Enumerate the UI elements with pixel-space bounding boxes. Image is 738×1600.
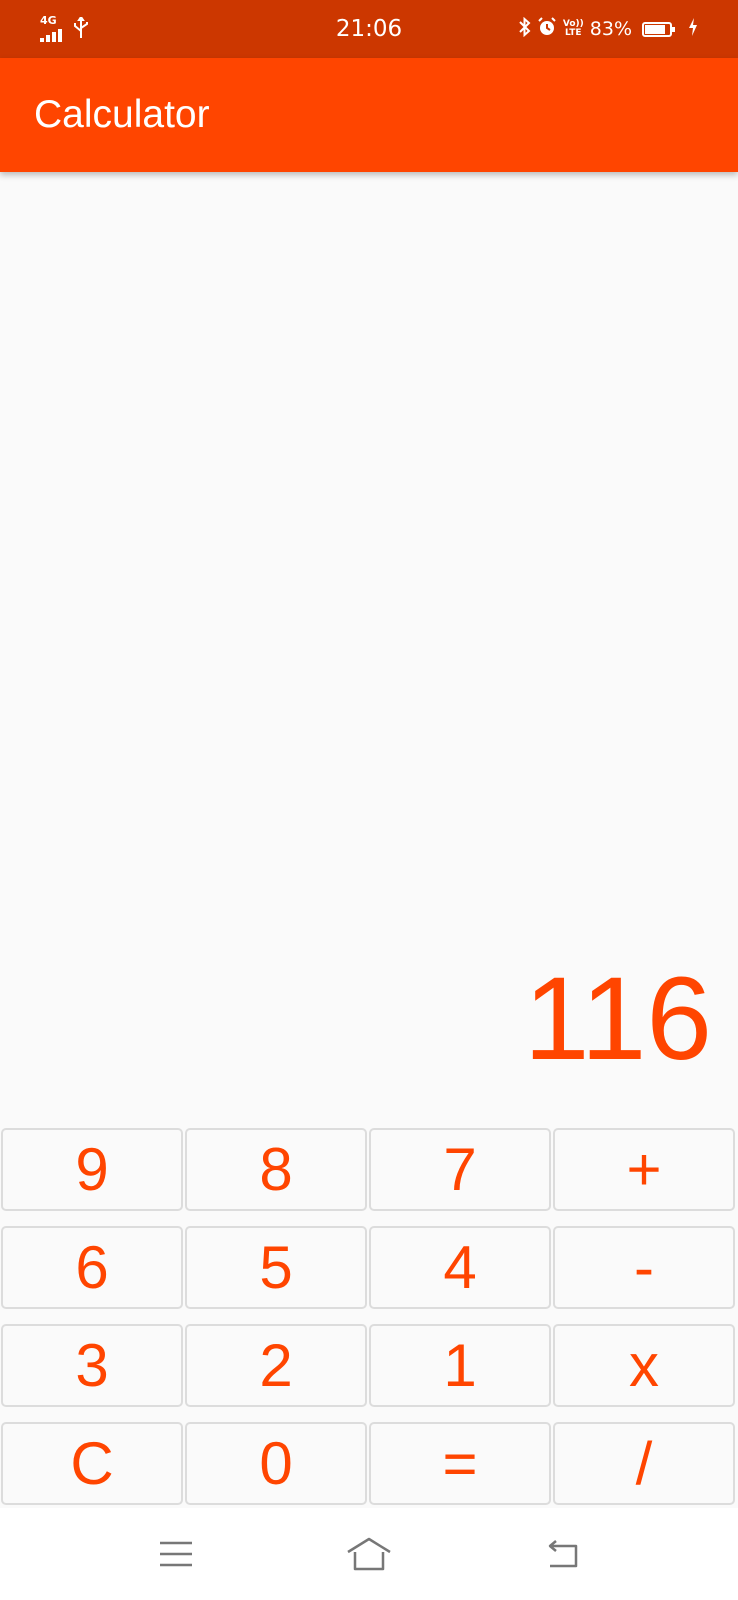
key-7[interactable]: 7 [369, 1128, 551, 1211]
app-title: Calculator [34, 93, 210, 136]
usb-icon [72, 14, 90, 42]
keypad: 9 8 7 + 6 5 4 - 3 2 1 x C 0 = / [0, 1128, 738, 1505]
menu-icon[interactable] [146, 1529, 206, 1579]
charging-icon [688, 17, 698, 41]
volte-icon: Vo)) LTE [563, 20, 584, 38]
key-divide[interactable]: / [553, 1422, 735, 1505]
network-type: 4G [40, 14, 57, 27]
key-2[interactable]: 2 [185, 1324, 367, 1407]
key-0[interactable]: 0 [185, 1422, 367, 1505]
status-bar: 4G 21:06 Vo)) LTE 83% [0, 0, 738, 58]
key-equals[interactable]: = [369, 1422, 551, 1505]
key-6[interactable]: 6 [1, 1226, 183, 1309]
status-time: 21:06 [335, 16, 403, 42]
battery-icon [642, 21, 675, 37]
battery-percent: 83% [589, 18, 632, 40]
key-3[interactable]: 3 [1, 1324, 183, 1407]
home-icon[interactable] [339, 1529, 399, 1579]
status-right: Vo)) LTE 83% [468, 16, 698, 42]
key-minus[interactable]: - [553, 1226, 735, 1309]
bluetooth-icon [519, 16, 531, 42]
network-indicator: 4G [40, 14, 62, 42]
key-clear[interactable]: C [1, 1422, 183, 1505]
back-icon[interactable] [532, 1529, 592, 1579]
key-5[interactable]: 5 [185, 1226, 367, 1309]
key-1[interactable]: 1 [369, 1324, 551, 1407]
battery-fill [645, 24, 665, 34]
alarm-icon [537, 16, 557, 42]
key-4[interactable]: 4 [369, 1226, 551, 1309]
volte-bottom-label: LTE [565, 28, 582, 38]
app-bar: Calculator [0, 58, 738, 172]
status-left: 4G [40, 14, 270, 42]
key-8[interactable]: 8 [185, 1128, 367, 1211]
signal-icon [40, 26, 62, 42]
key-multiply[interactable]: x [553, 1324, 735, 1407]
key-plus[interactable]: + [553, 1128, 735, 1211]
result-display: 116 [523, 953, 712, 1085]
key-9[interactable]: 9 [1, 1128, 183, 1211]
nav-bar [0, 1508, 738, 1600]
